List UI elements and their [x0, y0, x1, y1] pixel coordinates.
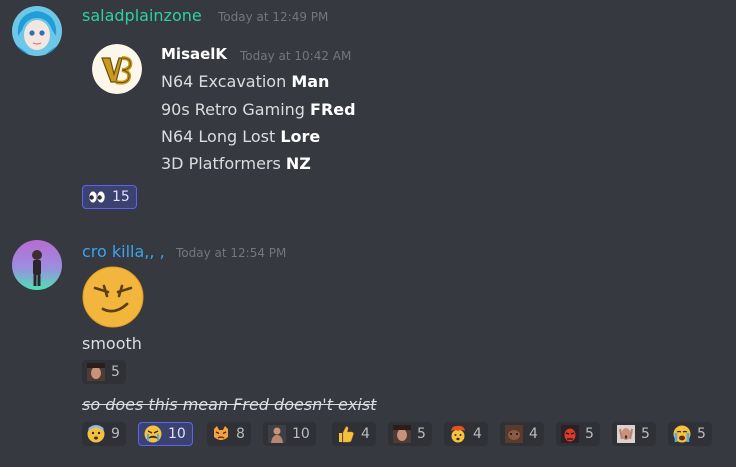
reaction-count: 15: [112, 189, 130, 205]
embed-line: N64 Excavation Man: [161, 72, 330, 91]
reaction-thumbs-up[interactable]: 4: [332, 422, 376, 446]
eyes-emoji-icon: [89, 191, 105, 203]
message-username[interactable]: cro killa,, ,: [82, 242, 165, 261]
reaction-exploding-head[interactable]: 4: [444, 422, 488, 446]
reaction-count: 4: [361, 426, 370, 442]
face-photo-emoji-icon: [87, 363, 105, 381]
reaction-count: 5: [641, 426, 650, 442]
reaction-red-face[interactable]: 5: [556, 422, 600, 446]
reaction-count: 5: [697, 426, 706, 442]
reaction-pouting-cat[interactable]: 8: [207, 422, 251, 446]
reaction-count: 5: [111, 364, 120, 380]
message-username[interactable]: saladplainzone: [82, 6, 202, 25]
smirk-face-emoji-icon: [82, 266, 144, 328]
user-avatar-saladplainzone[interactable]: [12, 6, 62, 56]
reaction-dog-photo[interactable]: 4: [500, 422, 544, 446]
reaction-count: 8: [236, 426, 245, 442]
face-photo-emoji-icon: [393, 425, 411, 443]
reaction-crying-angry[interactable]: 10: [138, 422, 193, 446]
reaction-count: 4: [473, 426, 482, 442]
message-timestamp: Today at 12:54 PM: [176, 246, 287, 260]
reaction-count: 4: [529, 426, 538, 442]
reaction-count: 5: [585, 426, 594, 442]
reaction-face-photo[interactable]: 5: [82, 360, 126, 384]
embed-avatar: [92, 44, 142, 94]
reaction-screaming-photo[interactable]: 5: [612, 422, 656, 446]
reaction-count: 9: [111, 426, 120, 442]
reaction-eyes[interactable]: 15: [82, 185, 137, 209]
embed-timestamp: Today at 10:42 AM: [240, 49, 352, 63]
loudly-crying-emoji-icon: [673, 425, 691, 443]
embed-line: 3D Platformers NZ: [161, 154, 311, 173]
message-text: smooth: [82, 334, 142, 353]
user-avatar-cro-killa[interactable]: [12, 240, 62, 290]
reaction-face-photo-2[interactable]: 5: [388, 422, 432, 446]
message-text-strikethrough: so does this mean Fred doesn't exist: [82, 395, 377, 414]
red-face-emoji-icon: [561, 425, 579, 443]
dog-photo-emoji-icon: [505, 425, 523, 443]
reaction-bar: 9 10 8 10 4 5 4 4 5 5 5: [0, 422, 736, 446]
message-timestamp: Today at 12:49 PM: [218, 10, 329, 24]
reaction-count: 10: [292, 426, 310, 442]
person-photo-emoji-icon: [268, 425, 286, 443]
screaming-photo-emoji-icon: [617, 425, 635, 443]
pouting-cat-emoji-icon: [214, 426, 228, 440]
embed-line: 90s Retro Gaming FRed: [161, 100, 356, 119]
crying-angry-emoji-icon: [144, 425, 162, 443]
reaction-count: 10: [168, 426, 186, 442]
reaction-person-photo[interactable]: 10: [263, 422, 316, 446]
reaction-count: 5: [417, 426, 426, 442]
embed-line: N64 Long Lost Lore: [161, 127, 321, 146]
embed-author[interactable]: MisaelK: [161, 45, 227, 63]
reaction-loudly-crying[interactable]: 5: [668, 422, 712, 446]
fearful-face-emoji-icon: [87, 425, 105, 443]
thumbs-up-emoji-icon: [339, 426, 354, 443]
exploding-head-emoji-icon: [451, 425, 465, 443]
reaction-fearful[interactable]: 9: [82, 422, 126, 446]
